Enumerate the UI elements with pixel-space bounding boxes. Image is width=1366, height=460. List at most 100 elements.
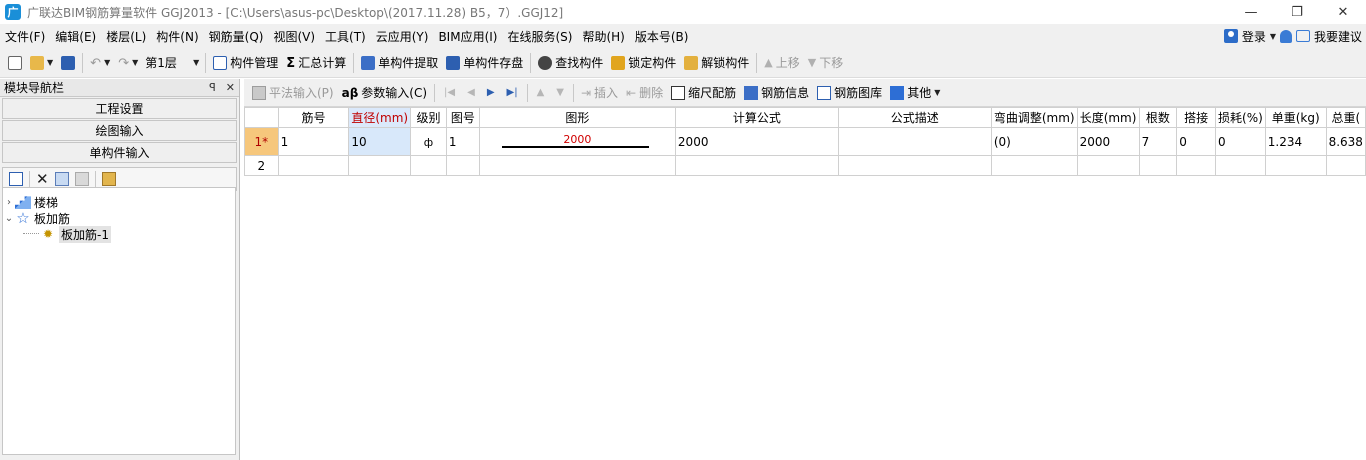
rebar-info-button[interactable]: 钢筋信息 (740, 84, 813, 101)
redo-button[interactable]: ↷ ▼ (114, 51, 142, 75)
flat-input-button[interactable]: 平法输入(P) (248, 84, 338, 101)
cell-formula[interactable]: 2000 (674, 127, 839, 156)
cell-bar-no[interactable]: 1 (277, 127, 350, 156)
col-header-count[interactable]: 根数 (1138, 107, 1178, 128)
menu-version[interactable]: 版本号(B) (630, 28, 694, 45)
col-header-loss[interactable]: 损耗(%) (1215, 107, 1266, 128)
cell-count[interactable] (1138, 155, 1178, 176)
minimize-button[interactable]: — (1228, 0, 1274, 24)
arrow-up-icon[interactable]: ▲ (531, 87, 551, 98)
menu-cloud[interactable]: 云应用(Y) (371, 28, 434, 45)
table-row[interactable]: 1* 1 10 ф 1 2000 2000 (0) 2000 7 0 0 1.2… (244, 127, 1366, 156)
menu-rebar-quantity[interactable]: 钢筋量(Q) (204, 28, 269, 45)
cell-bar-no[interactable] (277, 155, 350, 176)
row-number[interactable]: 2 (244, 155, 279, 176)
maximize-button[interactable]: ❐ (1274, 0, 1320, 24)
first-record-icon[interactable]: |◀ (438, 87, 461, 98)
cell-loss[interactable] (1215, 155, 1266, 176)
col-header-unit-weight[interactable]: 单重(kg) (1264, 107, 1327, 128)
cell-total-weight[interactable] (1325, 155, 1366, 176)
menu-file[interactable]: 文件(F) (0, 28, 50, 45)
pin-icon[interactable]: ꟼ (209, 81, 216, 94)
tree-leaf-slab-rebar-1[interactable]: ✹ 板加筋-1 (3, 225, 235, 243)
cell-grade[interactable] (410, 155, 447, 176)
last-record-icon[interactable]: ▶| (501, 87, 524, 98)
delete-row-button[interactable]: ⇤ 删除 (622, 84, 667, 101)
unlock-component-button[interactable]: 解锁构件 (680, 51, 753, 75)
move-up-button[interactable]: ▲ 上移 (760, 51, 803, 75)
cell-formula-desc[interactable] (837, 127, 992, 156)
menu-bim[interactable]: BIM应用(I) (433, 28, 502, 45)
floor-select[interactable]: 第1层 ▼ (142, 52, 203, 73)
nav-project-settings[interactable]: 工程设置 (2, 98, 237, 119)
menu-floor[interactable]: 楼层(L) (101, 28, 151, 45)
menu-tools[interactable]: 工具(T) (320, 28, 371, 45)
col-header-grade[interactable]: 级别 (410, 107, 447, 128)
cell-diameter[interactable] (348, 155, 412, 176)
cell-fig-no[interactable]: 1 (445, 127, 480, 156)
cell-length[interactable]: 2000 (1076, 127, 1140, 156)
cell-diameter[interactable]: 10 (348, 127, 412, 156)
cell-length[interactable] (1076, 155, 1140, 176)
arrow-down-icon[interactable]: ▼ (550, 87, 570, 98)
single-extract-button[interactable]: 单构件提取 (357, 51, 442, 75)
cell-unit-weight[interactable] (1264, 155, 1327, 176)
menu-help[interactable]: 帮助(H) (577, 28, 629, 45)
other-menu-button[interactable]: 其他 ▼ (886, 84, 944, 101)
tree-node-slab-rebar[interactable]: ⌄ ☆ 板加筋 (3, 210, 235, 226)
close-window-button[interactable]: ✕ (1320, 0, 1366, 24)
delete-icon[interactable]: ✕ (36, 172, 49, 187)
table-row[interactable]: 2 (244, 155, 1366, 176)
menu-component[interactable]: 构件(N) (151, 28, 203, 45)
menu-online-service[interactable]: 在线服务(S) (502, 28, 577, 45)
close-icon[interactable]: ✕ (226, 81, 235, 94)
find-component-button[interactable]: 查找构件 (534, 51, 607, 75)
nav-drawing-input[interactable]: 绘图输入 (2, 120, 237, 141)
col-header-formula[interactable]: 计算公式 (674, 107, 839, 128)
insert-row-button[interactable]: ⇥ 插入 (577, 84, 622, 101)
new-file-button[interactable] (4, 51, 26, 75)
col-header-bar-no[interactable]: 筋号 (277, 107, 350, 128)
menu-view[interactable]: 视图(V) (268, 28, 320, 45)
scale-rebar-button[interactable]: 缩尺配筋 (667, 84, 740, 101)
col-header-diameter[interactable]: 直径(mm) (348, 107, 412, 128)
menu-edit[interactable]: 编辑(E) (50, 28, 101, 45)
open-file-button[interactable]: ▼ (26, 51, 57, 75)
col-header-fig-no[interactable]: 图号 (445, 107, 480, 128)
param-input-button[interactable]: aβ 参数输入(C) (338, 84, 431, 101)
cell-lap[interactable] (1176, 155, 1217, 176)
rebar-library-button[interactable]: 钢筋图库 (813, 84, 886, 101)
col-header-total-weight[interactable]: 总重( (1325, 107, 1366, 128)
cell-shape[interactable]: 2000 (478, 127, 676, 156)
move-down-button[interactable]: ▼ 下移 (804, 51, 847, 75)
bell-icon[interactable] (1279, 29, 1292, 43)
col-header-formula-desc[interactable]: 公式描述 (837, 107, 992, 128)
save-button[interactable] (57, 51, 79, 75)
tree-node-stairs[interactable]: › 楼梯 (3, 194, 235, 210)
cell-shape[interactable] (478, 155, 676, 176)
shape-dimension-label[interactable]: 2000 (480, 133, 674, 146)
col-header-shape[interactable]: 图形 (478, 107, 676, 128)
col-header-lap[interactable]: 搭接 (1176, 107, 1217, 128)
cell-loss[interactable]: 0 (1215, 127, 1266, 156)
properties-icon[interactable] (9, 172, 23, 186)
clipboard-icon[interactable] (101, 172, 116, 186)
cell-total-weight[interactable]: 8.638 (1325, 127, 1366, 156)
cell-bend-adjust[interactable] (990, 155, 1078, 176)
cell-formula[interactable] (674, 155, 839, 176)
cell-grade[interactable]: ф (410, 127, 447, 156)
single-store-button[interactable]: 单构件存盘 (442, 51, 527, 75)
paste-icon[interactable] (74, 172, 89, 186)
login-dropdown-icon[interactable]: ▼ (1270, 32, 1276, 41)
component-manage-button[interactable]: 构件管理 (209, 51, 282, 75)
cell-lap[interactable]: 0 (1176, 127, 1217, 156)
lock-component-button[interactable]: 锁定构件 (607, 51, 680, 75)
row-number[interactable]: 1* (244, 127, 279, 156)
col-header-bend-adjust[interactable]: 弯曲调整(mm) (990, 107, 1078, 128)
copy-icon[interactable] (54, 172, 69, 186)
prev-record-icon[interactable]: ◀ (461, 87, 481, 98)
col-header-length[interactable]: 长度(mm) (1076, 107, 1140, 128)
cell-fig-no[interactable] (445, 155, 480, 176)
cell-bend-adjust[interactable]: (0) (990, 127, 1078, 156)
nav-single-component-input[interactable]: 单构件输入 (2, 142, 237, 163)
